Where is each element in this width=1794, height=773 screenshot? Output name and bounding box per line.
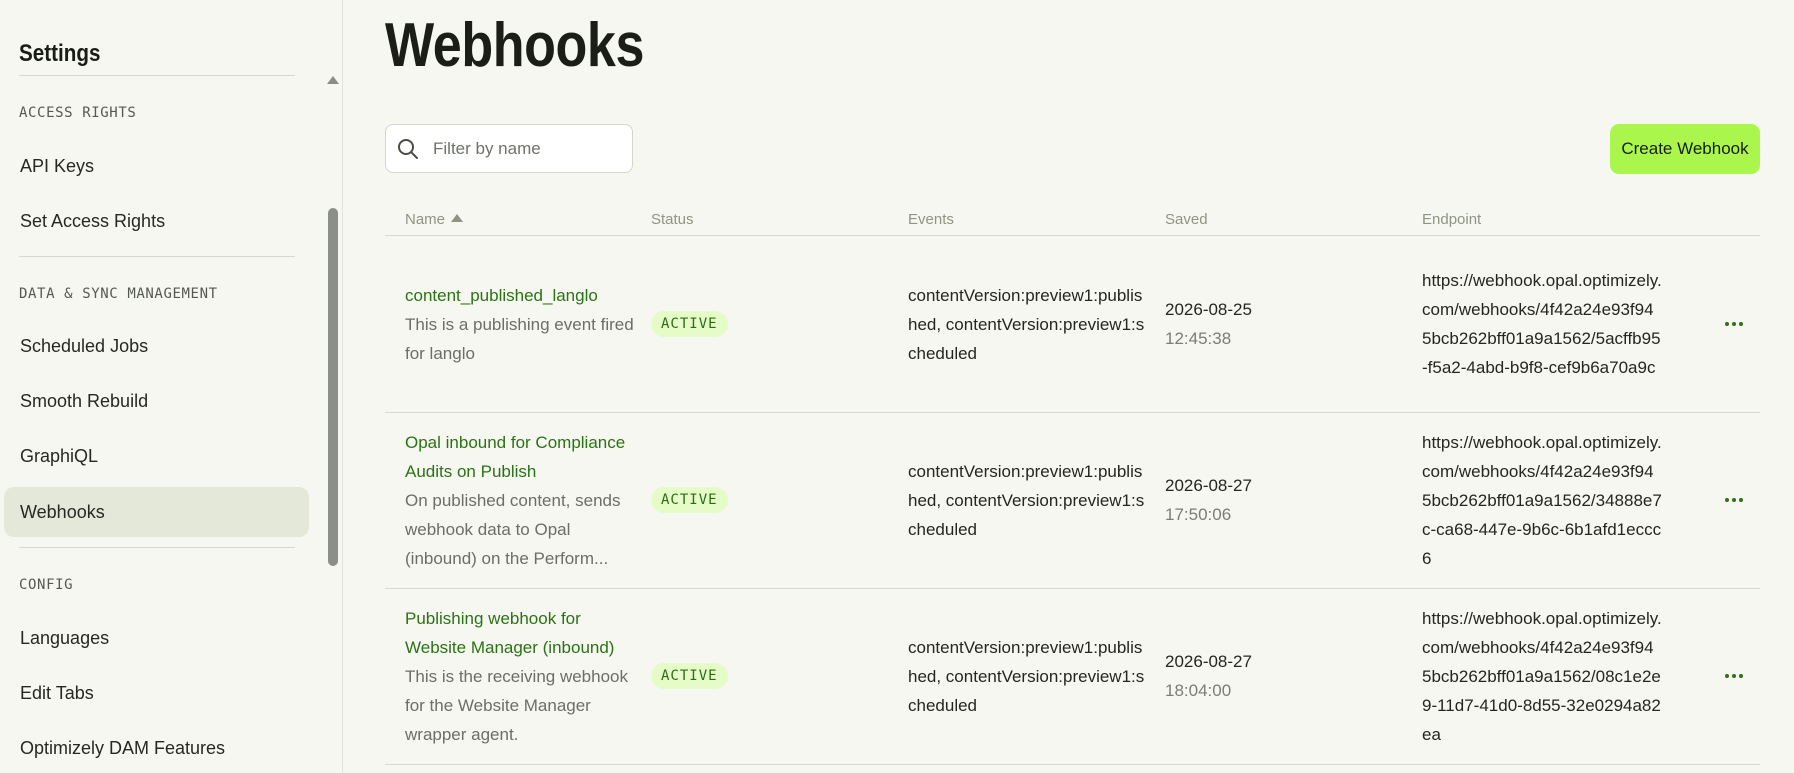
webhook-description: This is a publishing event fired for lan… bbox=[405, 314, 634, 363]
search-box[interactable] bbox=[385, 124, 633, 173]
webhook-endpoint: https://webhook.opal.optimizely.com/webh… bbox=[1422, 608, 1662, 744]
events-cell: contentVersion:preview1:published, conte… bbox=[908, 588, 1148, 764]
webhook-description: This is the receiving webhook for the We… bbox=[405, 666, 629, 744]
status-cell: ACTIVE bbox=[651, 236, 771, 412]
sidebar-item-webhooks[interactable]: Webhooks bbox=[4, 487, 309, 537]
sidebar-scrollbar-thumb[interactable] bbox=[328, 208, 338, 566]
saved-date: 2026-08-25 bbox=[1165, 300, 1252, 319]
status-badge: ACTIVE bbox=[651, 663, 728, 689]
events-cell: contentVersion:preview1:published, conte… bbox=[908, 412, 1148, 588]
main-content: Webhooks Create Webhook Name Status Even… bbox=[343, 0, 1794, 773]
endpoint-cell: https://webhook.opal.optimizely.com/webh… bbox=[1422, 412, 1662, 588]
more-horizontal-icon bbox=[1725, 674, 1743, 678]
row-menu-button[interactable] bbox=[1719, 236, 1749, 412]
name-cell: Opal inbound for Compliance Audits on Pu… bbox=[405, 412, 635, 588]
sidebar-divider bbox=[19, 547, 295, 548]
endpoint-cell: https://webhook.opal.optimizely.com/webh… bbox=[1422, 236, 1662, 412]
saved-date: 2026-08-27 bbox=[1165, 652, 1252, 671]
name-cell: Publishing webhook for Website Manager (… bbox=[405, 588, 635, 764]
webhook-name-link[interactable]: Publishing webhook for Website Manager (… bbox=[405, 604, 635, 662]
saved-time: 18:04:00 bbox=[1165, 681, 1232, 700]
table-row[interactable]: Publishing webhook for Website Manager (… bbox=[385, 588, 1760, 765]
webhook-name-link[interactable]: content_published_langlo bbox=[405, 281, 635, 310]
webhook-endpoint: https://webhook.opal.optimizely.com/webh… bbox=[1422, 432, 1662, 568]
saved-date: 2026-08-27 bbox=[1165, 476, 1252, 495]
sidebar-item-scheduled-jobs[interactable]: Scheduled Jobs bbox=[4, 321, 309, 371]
sidebar-item-edit-tabs[interactable]: Edit Tabs bbox=[4, 668, 309, 718]
column-header-endpoint[interactable]: Endpoint bbox=[1422, 211, 1481, 228]
column-label-name: Name bbox=[405, 211, 446, 228]
saved-time: 17:50:06 bbox=[1165, 505, 1232, 524]
sidebar-item-graphiql[interactable]: GraphiQL bbox=[4, 431, 309, 481]
more-horizontal-icon bbox=[1725, 498, 1743, 502]
sort-ascending-icon bbox=[451, 214, 464, 222]
status-cell: ACTIVE bbox=[651, 588, 771, 764]
saved-cell: 2026-08-27 18:04:00 bbox=[1165, 588, 1365, 764]
webhook-name-link[interactable]: Opal inbound for Compliance Audits on Pu… bbox=[405, 428, 635, 486]
sidebar-divider bbox=[19, 75, 295, 76]
row-menu-button[interactable] bbox=[1719, 588, 1749, 764]
endpoint-cell: https://webhook.opal.optimizely.com/webh… bbox=[1422, 588, 1662, 764]
page-title: Webhooks bbox=[385, 11, 645, 80]
column-header-saved[interactable]: Saved bbox=[1165, 211, 1208, 228]
section-data-sync-management: DATA & SYNC MANAGEMENT bbox=[19, 286, 218, 302]
sidebar-item-languages[interactable]: Languages bbox=[4, 613, 309, 663]
section-access-rights: ACCESS RIGHTS bbox=[19, 105, 137, 121]
sidebar-item-optimizely-dam-features[interactable]: Optimizely DAM Features bbox=[4, 723, 309, 773]
sidebar-title: Settings bbox=[19, 40, 101, 67]
webhook-events: contentVersion:preview1:published, conte… bbox=[908, 461, 1145, 539]
table-header: Name Status Events Saved Endpoint bbox=[385, 205, 1760, 236]
status-badge: ACTIVE bbox=[651, 311, 728, 337]
table-row[interactable]: content_published_langlo This is a publi… bbox=[385, 236, 1760, 413]
status-cell: ACTIVE bbox=[651, 412, 771, 588]
events-cell: contentVersion:preview1:published, conte… bbox=[908, 236, 1148, 412]
table-row[interactable]: Opal inbound for Compliance Audits on Pu… bbox=[385, 412, 1760, 589]
search-input[interactable] bbox=[431, 137, 625, 160]
saved-time: 12:45:38 bbox=[1165, 329, 1232, 348]
create-webhook-button[interactable]: Create Webhook bbox=[1610, 124, 1760, 174]
saved-cell: 2026-08-25 12:45:38 bbox=[1165, 236, 1365, 412]
column-header-status[interactable]: Status bbox=[651, 211, 694, 228]
section-config: CONFIG bbox=[19, 577, 74, 593]
row-menu-button[interactable] bbox=[1719, 412, 1749, 588]
webhook-description: On published content, sends webhook data… bbox=[405, 490, 621, 568]
sidebar-item-set-access-rights[interactable]: Set Access Rights bbox=[4, 196, 309, 246]
search-icon bbox=[398, 138, 418, 159]
status-badge: ACTIVE bbox=[651, 487, 728, 513]
settings-sidebar: Settings ACCESS RIGHTS API Keys Set Acce… bbox=[0, 0, 343, 773]
webhook-events: contentVersion:preview1:published, conte… bbox=[908, 637, 1145, 715]
sidebar-item-smooth-rebuild[interactable]: Smooth Rebuild bbox=[4, 376, 309, 426]
name-cell: content_published_langlo This is a publi… bbox=[405, 236, 635, 412]
saved-cell: 2026-08-27 17:50:06 bbox=[1165, 412, 1365, 588]
more-horizontal-icon bbox=[1725, 322, 1743, 326]
sidebar-item-api-keys[interactable]: API Keys bbox=[4, 141, 309, 191]
column-header-events[interactable]: Events bbox=[908, 211, 954, 228]
sidebar-divider bbox=[19, 256, 295, 257]
scroll-up-arrow-icon[interactable] bbox=[327, 76, 339, 84]
webhook-events: contentVersion:preview1:published, conte… bbox=[908, 285, 1145, 363]
column-header-name[interactable]: Name bbox=[405, 211, 464, 228]
webhook-endpoint: https://webhook.opal.optimizely.com/webh… bbox=[1422, 271, 1662, 377]
